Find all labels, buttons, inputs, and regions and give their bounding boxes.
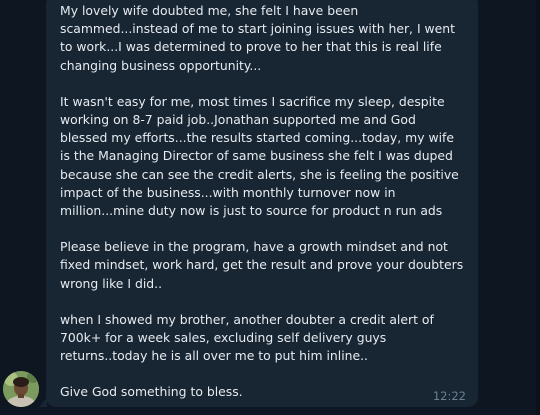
chat-area: My lovely wife doubted me, she felt I ha… (0, 0, 540, 415)
sender-avatar[interactable] (3, 371, 39, 407)
message-bubble[interactable]: My lovely wife doubted me, she felt I ha… (46, 0, 478, 407)
bubble-tail (39, 397, 47, 407)
message-paragraph: Give God something to bless. (60, 384, 243, 400)
message-paragraph: Please believe in the program, have a gr… (60, 239, 468, 291)
message-paragraph: My lovely wife doubted me, she felt I ha… (60, 3, 459, 73)
scrollbar-track[interactable] (536, 0, 540, 415)
avatar-photo-icon (3, 371, 39, 407)
message-time: 12:22 (432, 389, 466, 403)
message-paragraph: It wasn't easy for me, most times I sacr… (60, 93, 463, 219)
message-paragraph: when I showed my brother, another doubte… (60, 311, 438, 364)
